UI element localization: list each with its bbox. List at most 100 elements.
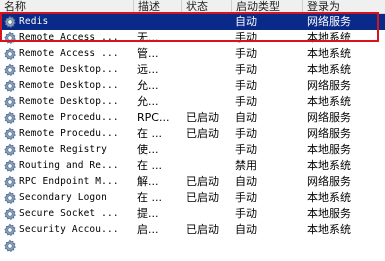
service-description xyxy=(137,238,181,254)
service-status xyxy=(186,94,232,110)
service-description: 允... xyxy=(137,95,159,108)
service-startup-type: 手动 xyxy=(235,95,257,108)
service-description: 使... xyxy=(137,143,159,156)
column-header-name[interactable]: 名称 xyxy=(0,0,134,13)
service-description: 在 ... xyxy=(137,159,162,172)
service-description: 管... xyxy=(137,47,159,60)
service-logon-as: 本地系统 xyxy=(307,95,351,108)
service-description: 在 ... xyxy=(137,191,162,204)
list-header: 名称 描述 状态 启动类型 登录为 xyxy=(0,0,385,14)
service-startup-type: 自动 xyxy=(235,111,257,124)
service-startup-type: 手动 xyxy=(235,31,257,44)
column-header-startup-type[interactable]: 启动类型 xyxy=(232,0,303,13)
service-startup-type: 手动 xyxy=(235,127,257,140)
service-logon-as xyxy=(307,238,383,254)
service-status: 已启动 xyxy=(186,111,219,124)
service-name: Remote Desktop... xyxy=(19,96,119,107)
service-status: 已启动 xyxy=(186,223,219,236)
service-logon-as: 本地系统 xyxy=(307,191,351,204)
service-name: Remote Procedu... xyxy=(19,128,119,139)
service-logon-as: 网络服务 xyxy=(307,15,351,28)
gear-icon xyxy=(3,63,17,77)
service-description: 提... xyxy=(137,207,159,220)
service-logon-as: 本地系统 xyxy=(307,159,351,172)
service-startup-type: 手动 xyxy=(235,191,257,204)
service-logon-as: 网络服务 xyxy=(307,127,351,140)
service-status xyxy=(186,62,232,78)
service-name: Security Accou... xyxy=(19,224,119,235)
service-row[interactable]: Security Accou... 启... 已启动 自动 本地系统 xyxy=(0,222,385,238)
gear-icon xyxy=(3,191,17,205)
service-description: 无... xyxy=(137,31,159,44)
service-description: 启... xyxy=(137,223,159,236)
service-name: Redis xyxy=(19,16,49,27)
service-name: Remote Access ... xyxy=(19,48,119,59)
service-status xyxy=(186,238,232,254)
service-name: Secure Socket ... xyxy=(19,208,119,219)
service-startup-type: 手动 xyxy=(235,63,257,76)
service-row[interactable]: Redis 自动 网络服务 xyxy=(0,14,385,30)
service-status xyxy=(186,142,232,158)
service-startup-type: 手动 xyxy=(235,207,257,220)
service-startup-type: 自动 xyxy=(235,15,257,28)
service-row[interactable]: Remote Procedu... RPC... 已启动 自动 网络服务 xyxy=(0,110,385,126)
service-logon-as: 本地服务 xyxy=(307,143,351,156)
gear-icon xyxy=(3,47,17,61)
service-row[interactable]: Remote Access ... 管... 手动 本地系统 xyxy=(0,46,385,62)
service-description xyxy=(137,14,181,30)
service-row[interactable]: Remote Desktop... 允... 手动 本地系统 xyxy=(0,94,385,110)
column-header-logon-as[interactable]: 登录为 xyxy=(303,0,385,13)
service-row[interactable]: Remote Desktop... 远... 手动 本地系统 xyxy=(0,62,385,78)
gear-icon xyxy=(3,207,17,221)
gear-icon xyxy=(3,143,17,157)
service-row[interactable]: Remote Registry 使... 手动 本地服务 xyxy=(0,142,385,158)
gear-icon xyxy=(3,159,17,173)
gear-icon xyxy=(3,15,17,29)
service-startup-type: 手动 xyxy=(235,143,257,156)
service-name: Remote Desktop... xyxy=(19,64,119,75)
service-logon-as: 本地系统 xyxy=(307,31,351,44)
service-row[interactable]: RPC Endpoint M... 解... 已启动 自动 网络服务 xyxy=(0,174,385,190)
gear-icon xyxy=(3,31,17,45)
service-startup-type: 手动 xyxy=(235,79,257,92)
service-name: Remote Access ... xyxy=(19,32,119,43)
service-row[interactable]: Secondary Logon 在 ... 已启动 手动 本地系统 xyxy=(0,190,385,206)
service-name: Remote Desktop... xyxy=(19,80,119,91)
column-header-status[interactable]: 状态 xyxy=(182,0,232,13)
service-logon-as: 本地系统 xyxy=(307,223,351,236)
service-row[interactable]: Remote Procedu... 在 ... 已启动 手动 网络服务 xyxy=(0,126,385,142)
service-status: 已启动 xyxy=(186,191,219,204)
service-status xyxy=(186,206,232,222)
service-row[interactable]: Routing and Re... 在 ... 禁用 本地系统 xyxy=(0,158,385,174)
service-description: 解... xyxy=(137,175,159,188)
service-status xyxy=(186,78,232,94)
column-header-description[interactable]: 描述 xyxy=(134,0,182,13)
service-logon-as: 网络服务 xyxy=(307,175,351,188)
service-status: 已启动 xyxy=(186,127,219,140)
service-status: 已启动 xyxy=(186,175,219,188)
service-description: RPC... xyxy=(137,111,170,124)
service-row[interactable] xyxy=(0,238,385,254)
service-startup-type: 自动 xyxy=(235,223,257,236)
service-startup-type: 自动 xyxy=(235,175,257,188)
gear-icon xyxy=(3,127,17,141)
service-name: Secondary Logon xyxy=(19,192,108,203)
service-name: Routing and Re... xyxy=(19,160,119,171)
service-row[interactable]: Secure Socket ... 提... 手动 本地服务 xyxy=(0,206,385,222)
service-description: 允... xyxy=(137,79,159,92)
gear-icon xyxy=(3,111,17,125)
service-name xyxy=(19,238,131,254)
service-logon-as: 本地系统 xyxy=(307,63,351,76)
service-row[interactable]: Remote Access ... 无... 手动 本地系统 xyxy=(0,30,385,46)
gear-icon xyxy=(3,95,17,109)
service-row[interactable]: Remote Desktop... 允... 手动 网络服务 xyxy=(0,78,385,94)
service-name: Remote Procedu... xyxy=(19,112,119,123)
service-logon-as: 网络服务 xyxy=(307,79,351,92)
service-status xyxy=(186,158,232,174)
service-name: RPC Endpoint M... xyxy=(19,176,119,187)
service-startup-type: 手动 xyxy=(235,47,257,60)
gear-icon xyxy=(3,239,17,253)
gear-icon xyxy=(3,223,17,237)
service-status xyxy=(186,14,232,30)
service-name: Remote Registry xyxy=(19,144,108,155)
